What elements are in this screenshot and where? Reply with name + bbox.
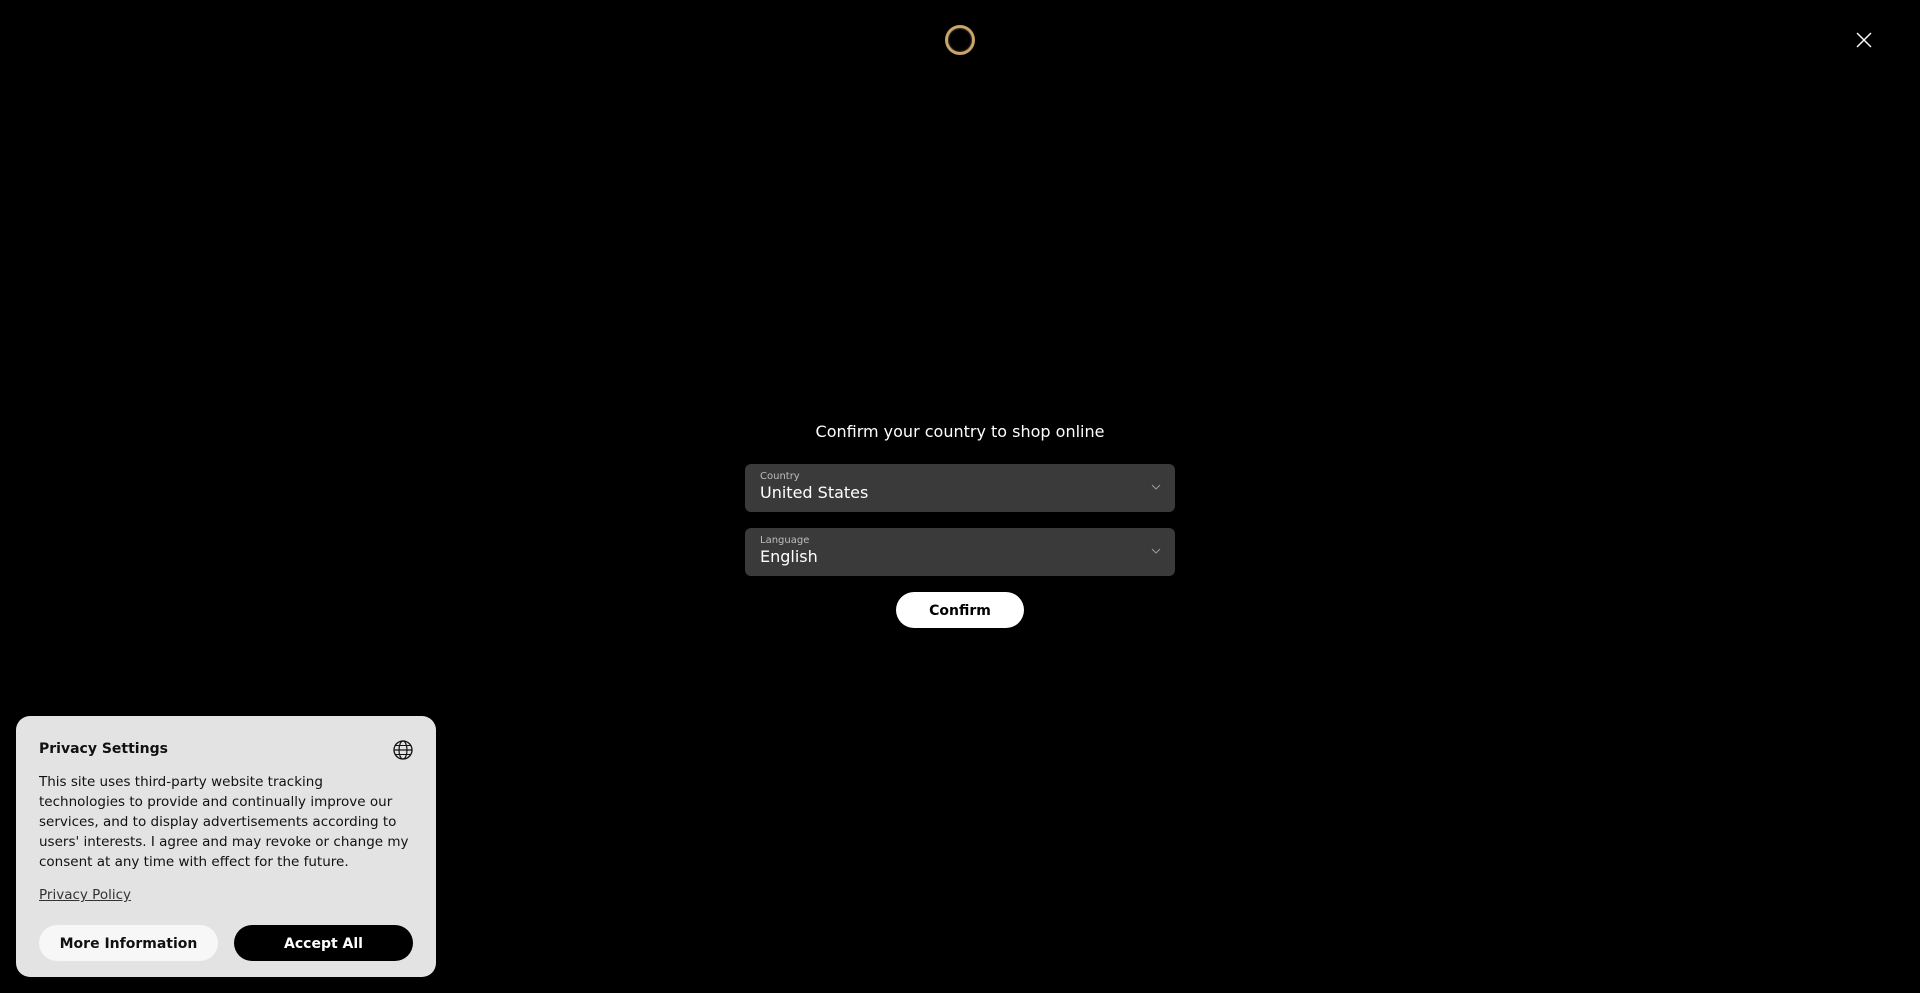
close-icon xyxy=(1856,32,1872,48)
globe-icon[interactable] xyxy=(392,739,414,761)
chevron-down-icon xyxy=(1151,548,1161,554)
confirm-wrap: Confirm xyxy=(745,592,1175,628)
more-information-button[interactable]: More Information xyxy=(39,925,218,961)
privacy-title: Privacy Settings xyxy=(39,741,168,757)
confirm-button[interactable]: Confirm xyxy=(896,592,1024,628)
chevron-down-icon xyxy=(1151,484,1161,490)
language-select-value: English xyxy=(760,547,818,566)
close-button[interactable] xyxy=(1854,30,1874,50)
country-select-value: United States xyxy=(760,483,869,502)
country-selector-panel: Confirm your country to shop online Coun… xyxy=(745,420,1175,628)
privacy-settings-panel: Privacy Settings This site uses third-pa… xyxy=(16,716,436,977)
language-select[interactable]: Language English xyxy=(745,528,1175,576)
page: Confirm your country to shop online Coun… xyxy=(0,0,1920,993)
language-select-label: Language xyxy=(760,535,810,546)
country-heading: Confirm your country to shop online xyxy=(815,422,1105,441)
privacy-policy-link[interactable]: Privacy Policy xyxy=(39,887,131,903)
country-select[interactable]: Country United States xyxy=(745,464,1175,512)
privacy-description: This site uses third-party website track… xyxy=(39,774,409,870)
country-select-label: Country xyxy=(760,471,800,482)
privacy-buttons: More Information Accept All xyxy=(39,925,413,961)
ring-logo-icon[interactable] xyxy=(945,25,975,55)
accept-all-button[interactable]: Accept All xyxy=(234,925,413,961)
